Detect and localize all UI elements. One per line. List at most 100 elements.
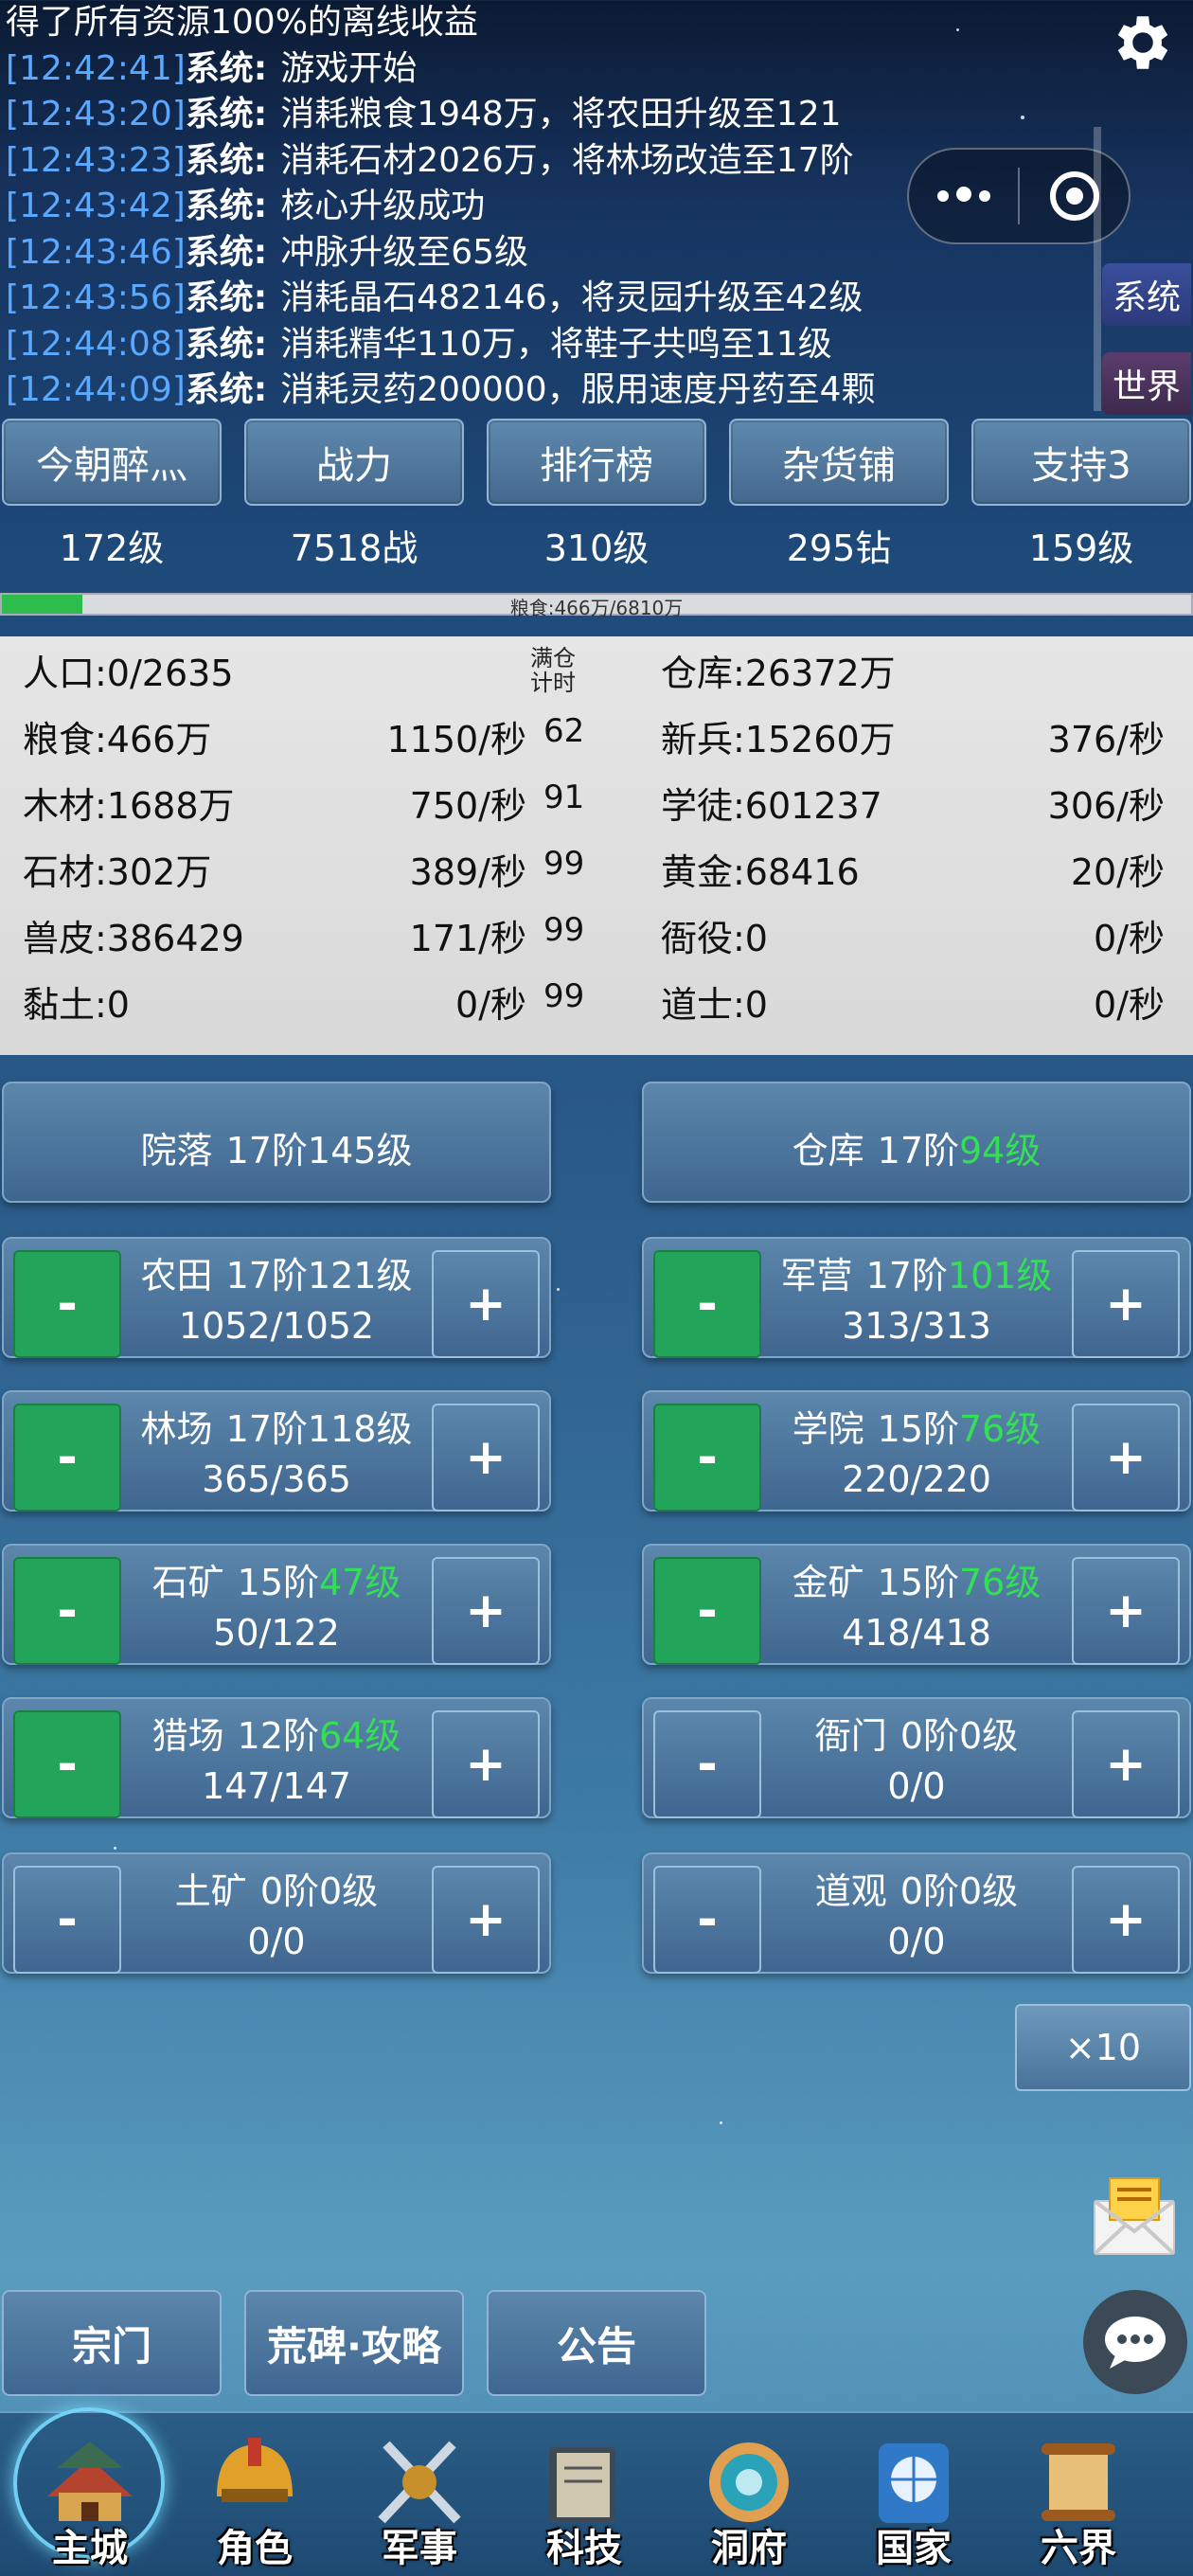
- decrease-temple-button[interactable]: -: [653, 1866, 761, 1974]
- power-button[interactable]: 战力: [244, 419, 464, 506]
- nav-character[interactable]: 角色: [172, 2413, 337, 2576]
- resource-rate: 750/秒: [409, 785, 526, 827]
- building-card-quarry[interactable]: 石矿 15阶47级 50/122- +: [2, 1544, 551, 1665]
- shop-button[interactable]: 杂货铺: [729, 419, 949, 506]
- tab-world[interactable]: 世界: [1102, 352, 1191, 415]
- log-line: [12:43:20]系统: 消耗粮食1948万，将农田升级至121: [6, 92, 1083, 138]
- sect-button[interactable]: 宗门: [2, 2290, 222, 2396]
- log-timestamp: [12:43:46]: [6, 232, 186, 272]
- nav-cave[interactable]: 洞府: [667, 2413, 831, 2576]
- multiplier-button[interactable]: ×10: [1015, 2004, 1191, 2091]
- decrease-goldmine-button[interactable]: -: [653, 1557, 761, 1665]
- decrease-claymine-button[interactable]: -: [13, 1866, 121, 1974]
- increase-academy-button[interactable]: +: [1072, 1404, 1180, 1512]
- log-message: 得了所有资源100%的离线收益: [6, 3, 478, 42]
- log-timestamp: [12:43:42]: [6, 187, 186, 225]
- nav-nation[interactable]: 国家: [831, 2413, 996, 2576]
- support-button[interactable]: 支持3: [971, 419, 1191, 506]
- log-source: 系统:: [185, 140, 268, 180]
- log-message: 消耗灵药200000，服用速度丹药至4颗: [280, 370, 876, 409]
- resource-full-timer: 91: [543, 778, 585, 816]
- mail-icon[interactable]: [1091, 2174, 1178, 2256]
- building-card-lumber[interactable]: 林场 17阶118级 365/365- +: [2, 1390, 551, 1512]
- building-card-farm[interactable]: 农田 17阶121级 1052/1052- +: [2, 1237, 551, 1358]
- nav-label: 国家: [876, 2527, 952, 2570]
- building-title: 院落 17阶145级: [4, 1121, 549, 1173]
- resource-rate: 389/秒: [409, 851, 526, 893]
- building-level: 64级: [319, 1715, 401, 1757]
- building-tier: 12阶: [237, 1715, 319, 1757]
- stat-level: 172级: [59, 528, 165, 569]
- tab-system[interactable]: 系统: [1102, 263, 1191, 326]
- chat-bubble-icon: [1105, 2317, 1166, 2369]
- player-name-button[interactable]: 今朝醉灬: [2, 419, 222, 506]
- resource-name: 新兵:15260万: [661, 719, 896, 760]
- close-miniprogram-button[interactable]: [1020, 150, 1129, 242]
- building-card-yamen[interactable]: 衙门 0阶0级 0/0- +: [642, 1697, 1191, 1818]
- log-timestamp: [12:43:56]: [6, 278, 186, 317]
- resource-rate: 20/秒: [1070, 851, 1165, 893]
- more-dots-icon: [934, 187, 994, 206]
- log-line: [12:42:41]系统: 游戏开始: [6, 46, 1083, 93]
- increase-barracks-button[interactable]: +: [1072, 1250, 1180, 1358]
- leaderboard-button[interactable]: 排行榜: [487, 419, 706, 506]
- building-card-academy[interactable]: 学院 15阶76级 220/220- +: [642, 1390, 1191, 1512]
- resources-panel: 满仓 计时 人口:0/2635 粮食:466万 1150/秒 62 木材:1688万 75…: [0, 636, 1193, 1055]
- nav-military[interactable]: 军事: [337, 2413, 502, 2576]
- nav-label: 洞府: [711, 2527, 787, 2570]
- resource-rate: 376/秒: [1047, 719, 1165, 760]
- decrease-lumber-button[interactable]: -: [13, 1404, 121, 1512]
- building-card-hunting[interactable]: 猎场 12阶64级 147/147- +: [2, 1697, 551, 1818]
- resource-name: 石材:302万: [23, 851, 212, 893]
- nav-six-realms[interactable]: 六界: [996, 2413, 1161, 2576]
- increase-claymine-button[interactable]: +: [432, 1866, 540, 1974]
- increase-yamen-button[interactable]: +: [1072, 1710, 1180, 1818]
- resource-name: 木材:1688万: [23, 785, 235, 827]
- increase-farm-button[interactable]: +: [432, 1250, 540, 1358]
- resource-full-timer: 99: [543, 977, 585, 1015]
- gear-icon[interactable]: [1108, 8, 1178, 78]
- progress-label: 粮食:466万/6810万: [509, 597, 684, 619]
- building-card-warehouse[interactable]: 仓库 17阶94级: [642, 1082, 1191, 1203]
- increase-hunting-button[interactable]: +: [432, 1710, 540, 1818]
- chat-button[interactable]: [1083, 2290, 1187, 2394]
- resource-rate: 0/秒: [1094, 918, 1165, 959]
- building-name: 土矿: [174, 1870, 247, 1912]
- decrease-yamen-button[interactable]: -: [653, 1710, 761, 1818]
- building-tier: 17阶: [865, 1255, 948, 1297]
- increase-goldmine-button[interactable]: +: [1072, 1557, 1180, 1665]
- decrease-quarry-button[interactable]: -: [13, 1557, 121, 1665]
- building-card-claymine[interactable]: 土矿 0阶0级 0/0- +: [2, 1852, 551, 1974]
- decrease-hunting-button[interactable]: -: [13, 1710, 121, 1818]
- building-card-temple[interactable]: 道观 0阶0级 0/0- +: [642, 1852, 1191, 1974]
- increase-quarry-button[interactable]: +: [432, 1557, 540, 1665]
- resource-rate: 306/秒: [1047, 785, 1165, 827]
- building-tier: 15阶: [877, 1562, 959, 1603]
- resource-full-timer: 99: [543, 845, 585, 883]
- building-card-courtyard[interactable]: 院落 17阶145级: [2, 1082, 551, 1203]
- log-line: 得了所有资源100%的离线收益: [6, 0, 1083, 46]
- log-scrollbar[interactable]: [1094, 127, 1101, 411]
- resource-name: 仓库:26372万: [661, 653, 896, 694]
- resource-name: 衙役:0: [661, 918, 768, 959]
- log-message: 消耗晶石482146，将灵园升级至42级: [280, 278, 864, 317]
- decrease-farm-button[interactable]: -: [13, 1250, 121, 1358]
- decrease-academy-button[interactable]: -: [653, 1404, 761, 1512]
- building-card-barracks[interactable]: 军营 17阶101级 313/313- +: [642, 1237, 1191, 1358]
- nav-main-city[interactable]: 主城: [8, 2407, 172, 2576]
- stat-diamonds: 295钻: [786, 528, 892, 569]
- building-level: 76级: [959, 1562, 1042, 1603]
- decrease-barracks-button[interactable]: -: [653, 1250, 761, 1358]
- nav-technology[interactable]: 科技: [502, 2413, 667, 2576]
- more-menu-button[interactable]: [909, 150, 1018, 242]
- nav-label: 角色: [217, 2527, 293, 2570]
- increase-temple-button[interactable]: +: [1072, 1866, 1180, 1974]
- log-source: 系统:: [185, 324, 268, 364]
- log-timestamp: [12:44:08]: [6, 324, 186, 364]
- building-tier: 17阶: [225, 1130, 308, 1172]
- increase-lumber-button[interactable]: +: [432, 1404, 540, 1512]
- full-timer-caption-line: 计时: [530, 670, 576, 696]
- building-card-goldmine[interactable]: 金矿 15阶76级 418/418- +: [642, 1544, 1191, 1665]
- guide-button[interactable]: 荒碑·攻略: [244, 2290, 464, 2396]
- announcement-button[interactable]: 公告: [487, 2290, 706, 2396]
